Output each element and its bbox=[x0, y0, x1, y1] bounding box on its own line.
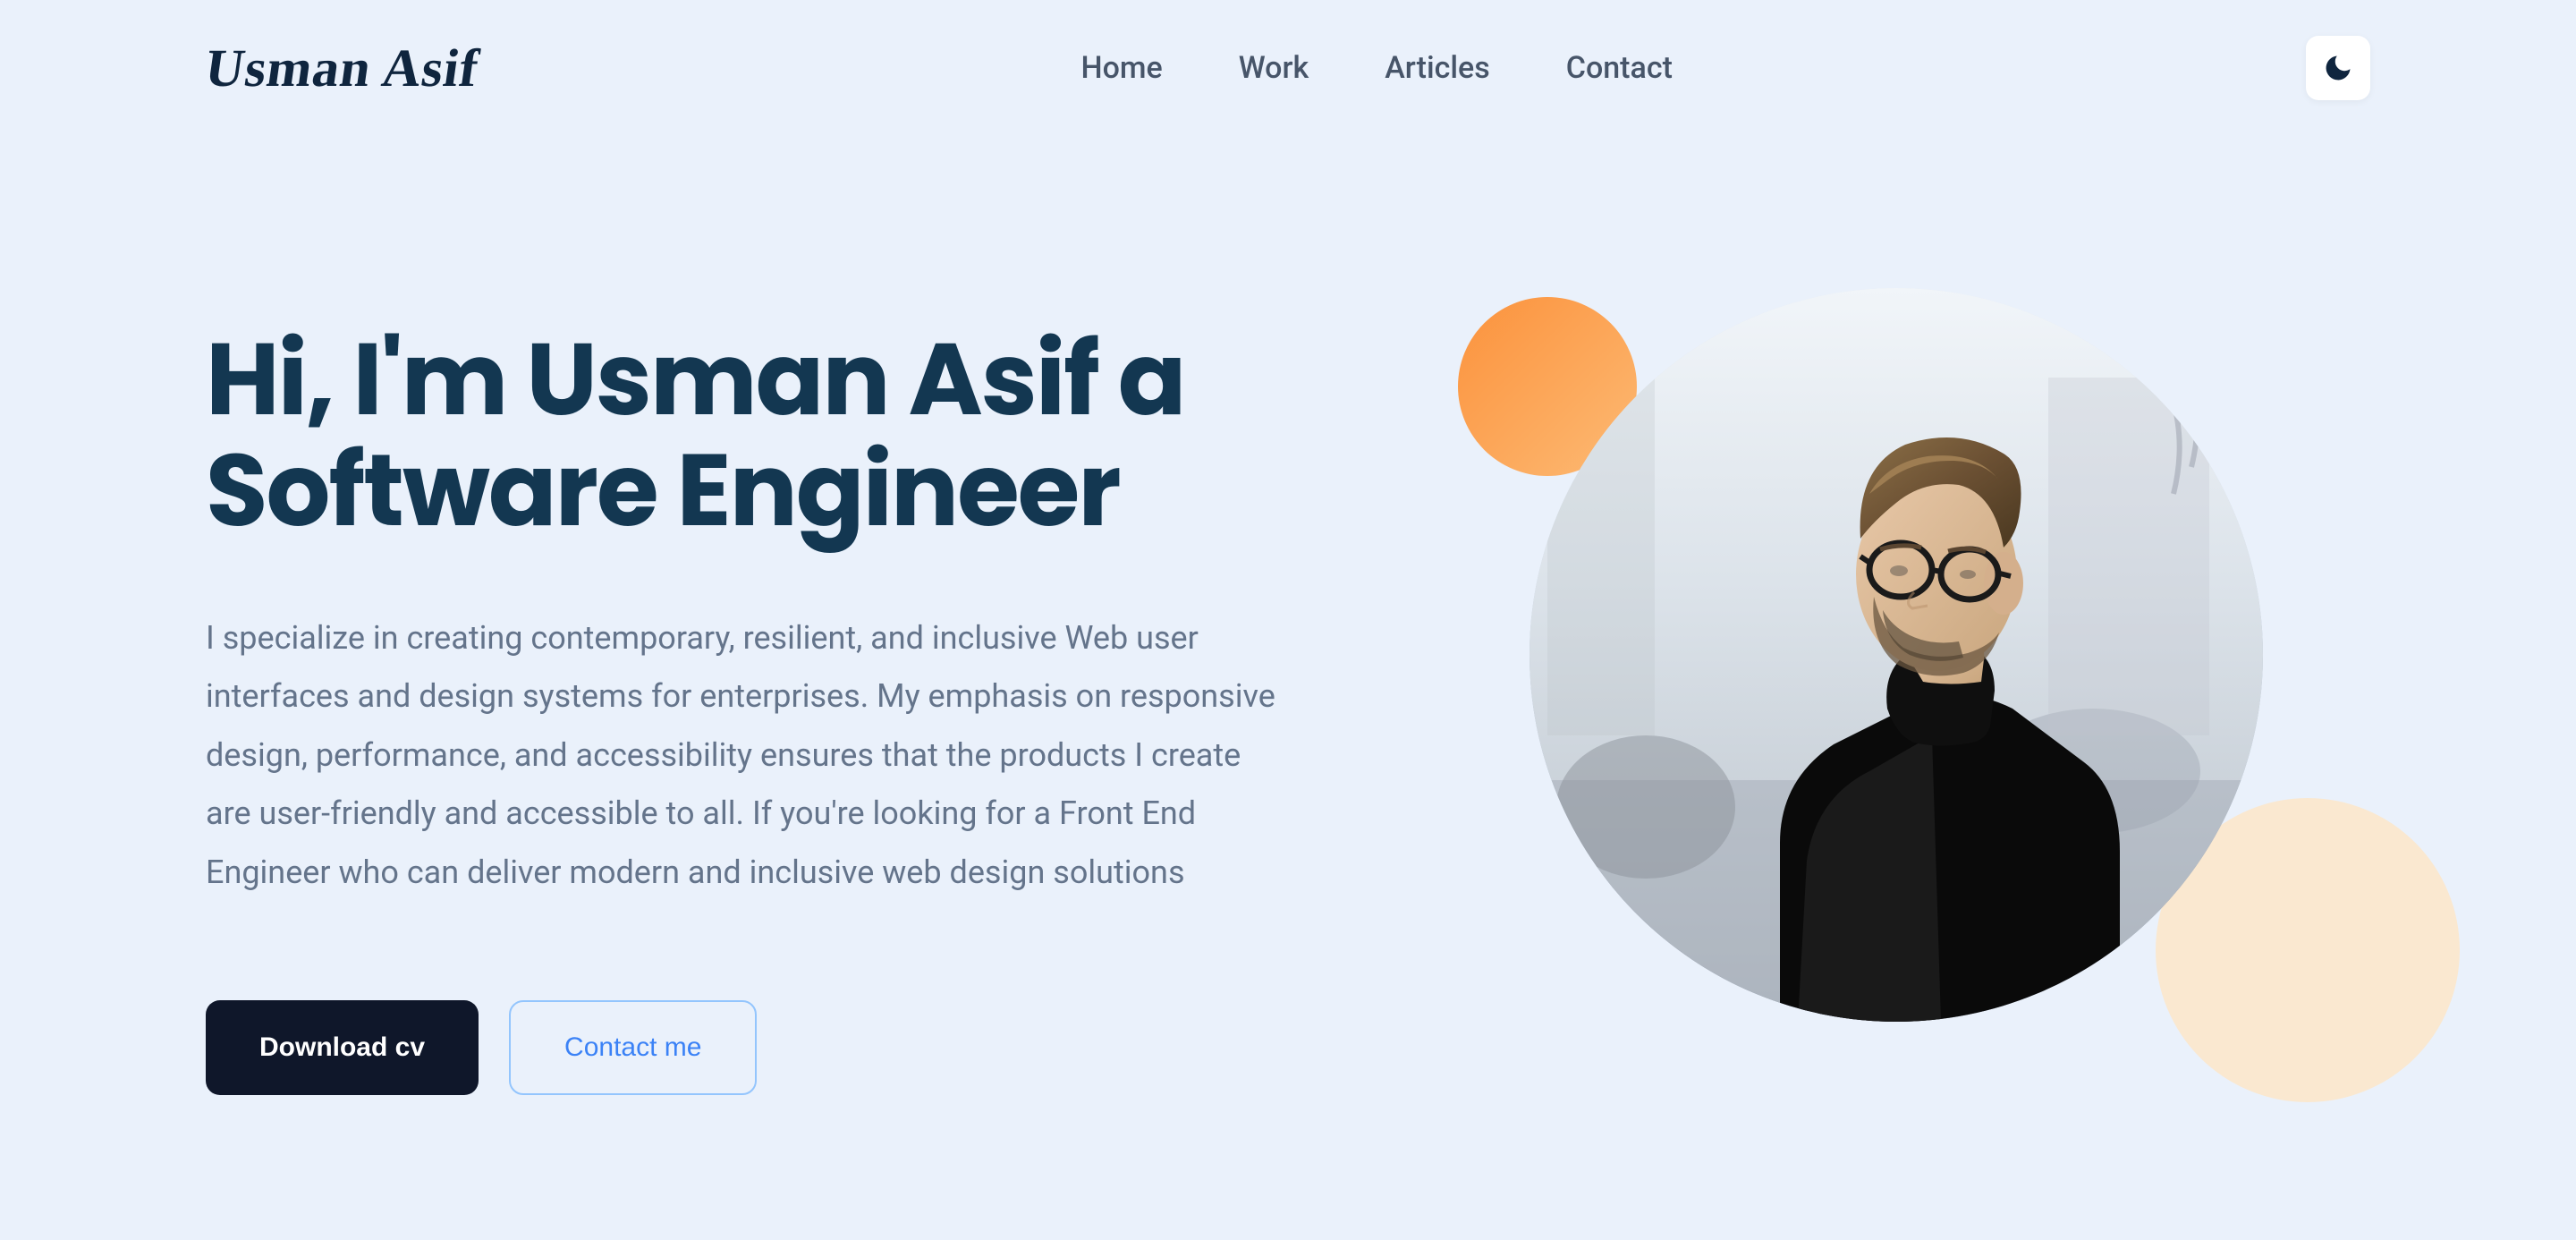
hero-text-content: Hi, I'm Usman Asif a Software Engineer I… bbox=[206, 324, 1333, 1095]
theme-toggle-button[interactable] bbox=[2306, 36, 2370, 100]
hero-image-area bbox=[1422, 288, 2370, 1022]
moon-icon bbox=[2322, 52, 2354, 84]
person-illustration bbox=[1530, 288, 2263, 1022]
hero-description: I specialize in creating contemporary, r… bbox=[206, 609, 1279, 903]
nav-menu: Home Work Articles Contact bbox=[1081, 50, 1673, 86]
nav-home[interactable]: Home bbox=[1081, 50, 1163, 86]
hero-title: Hi, I'm Usman Asif a Software Engineer bbox=[206, 324, 1333, 547]
download-cv-button[interactable]: Download cv bbox=[206, 1000, 479, 1095]
nav-articles[interactable]: Articles bbox=[1385, 50, 1490, 86]
profile-photo bbox=[1530, 288, 2263, 1022]
contact-me-button[interactable]: Contact me bbox=[509, 1000, 757, 1095]
hero-section: Hi, I'm Usman Asif a Software Engineer I… bbox=[206, 324, 2370, 1095]
page-container: Usman Asif Home Work Articles Contact Hi… bbox=[0, 0, 2576, 1240]
nav-work[interactable]: Work bbox=[1239, 50, 1309, 86]
site-logo[interactable]: Usman Asif bbox=[201, 38, 483, 99]
hero-buttons: Download cv Contact me bbox=[206, 1000, 1333, 1095]
nav-contact[interactable]: Contact bbox=[1566, 50, 1673, 86]
header: Usman Asif Home Work Articles Contact bbox=[206, 0, 2370, 100]
